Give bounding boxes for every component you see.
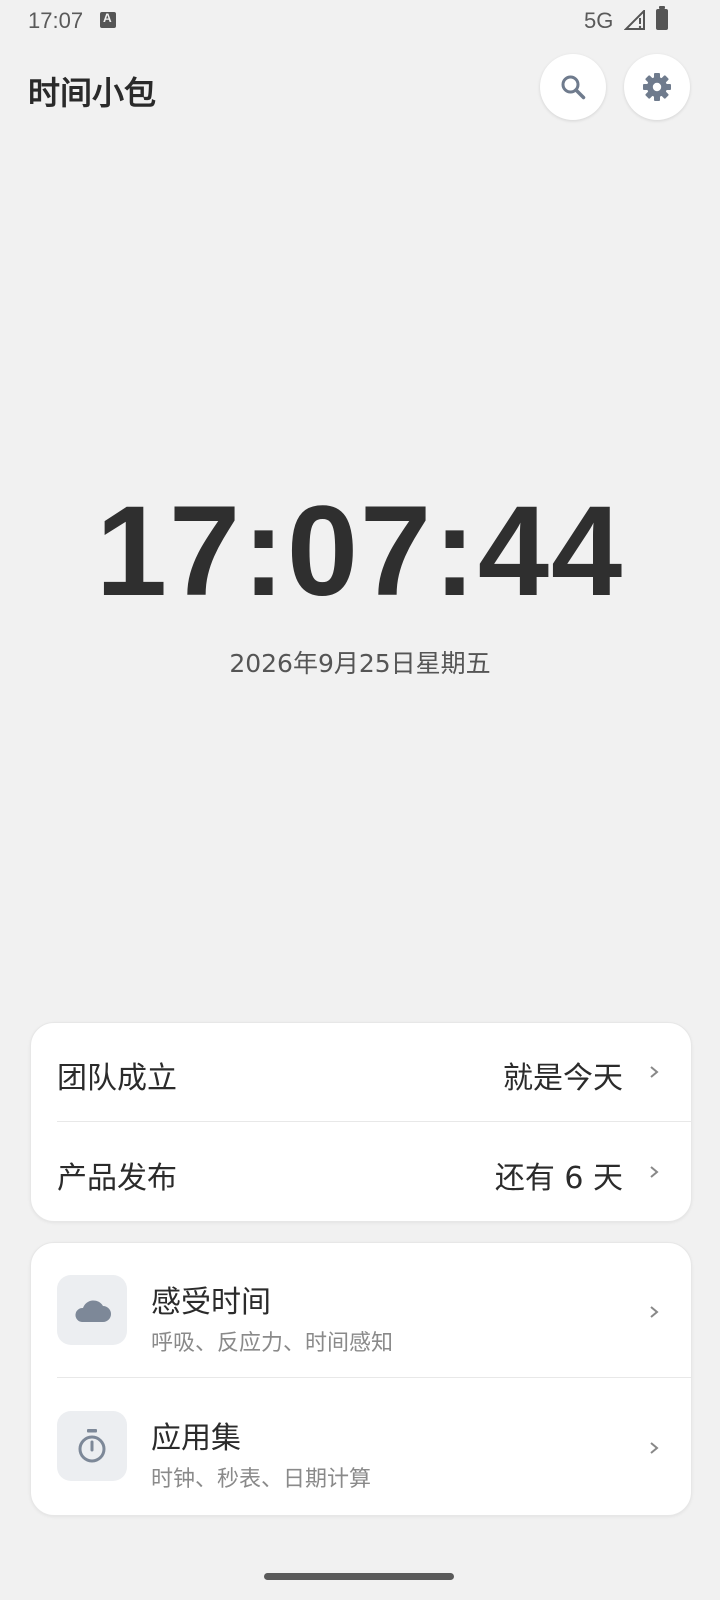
search-button[interactable] <box>540 54 606 120</box>
clock-time: 17:07:44 <box>95 480 625 623</box>
gear-icon <box>643 73 671 101</box>
chevron-right-icon <box>650 1306 659 1318</box>
chevron-right-icon <box>650 1166 659 1178</box>
event-row-team[interactable]: 团队成立 就是今天 <box>31 1023 691 1121</box>
app-title: 感受时间 <box>151 1285 271 1320</box>
event-row-launch[interactable]: 产品发布 还有 6 天 <box>31 1123 691 1221</box>
network-type: 5G <box>584 8 614 33</box>
app-row-feel-time[interactable]: 感受时间 呼吸、反应力、时间感知 <box>31 1243 691 1379</box>
app-subtitle: 时钟、秒表、日期计算 <box>151 1467 372 1492</box>
home-indicator[interactable] <box>264 1573 454 1580</box>
cloud-icon <box>75 1300 111 1322</box>
battery-icon <box>656 6 668 30</box>
search-icon <box>561 75 586 100</box>
app-title: 应用集 <box>151 1421 241 1456</box>
clock-date: 2026年9月25日星期五 <box>229 649 491 678</box>
event-value: 还有 6 天 <box>494 1161 623 1196</box>
app-icon-container <box>57 1411 127 1481</box>
events-card: 团队成立 就是今天 产品发布 还有 6 天 <box>30 1022 692 1222</box>
notification-icon <box>100 11 116 28</box>
app-icon-container <box>57 1275 127 1345</box>
chevron-right-icon <box>650 1066 659 1078</box>
status-time: 17:07 <box>28 8 84 33</box>
apps-card: 感受时间 呼吸、反应力、时间感知 应用集 时钟、秒表、日期计算 <box>30 1242 692 1516</box>
divider <box>57 1121 691 1122</box>
event-value: 就是今天 <box>503 1061 623 1096</box>
status-bar: 17:07 5G <box>0 0 720 40</box>
settings-button[interactable] <box>624 54 690 120</box>
signal-icon <box>624 10 645 30</box>
stopwatch-icon <box>78 1429 106 1463</box>
chevron-right-icon <box>650 1442 659 1454</box>
app-row-app-collection[interactable]: 应用集 时钟、秒表、日期计算 <box>31 1379 691 1515</box>
page-title: 时间小包 <box>28 74 157 112</box>
event-name: 产品发布 <box>57 1161 177 1196</box>
event-name: 团队成立 <box>57 1061 177 1096</box>
divider <box>57 1377 691 1378</box>
app-subtitle: 呼吸、反应力、时间感知 <box>151 1331 394 1356</box>
